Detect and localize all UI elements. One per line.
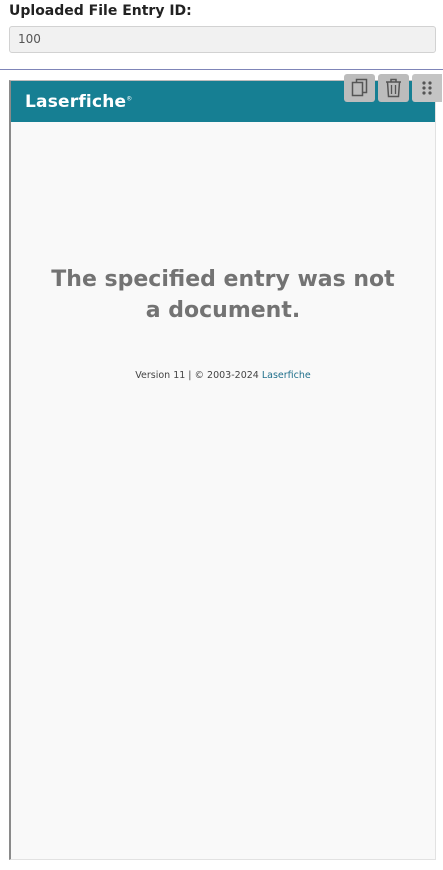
delete-button[interactable]	[378, 74, 409, 102]
copy-icon	[351, 78, 369, 98]
version-text: Version 11 | © 2003-2024	[135, 370, 262, 381]
entry-id-input[interactable]: 100	[9, 26, 436, 53]
trash-icon	[385, 78, 402, 98]
error-message-line-1: The specified entry was not	[51, 267, 395, 292]
logo-text: Laserfiche	[25, 92, 127, 112]
laserfiche-logo: Laserfiche®	[25, 92, 132, 112]
drag-handle-icon	[421, 80, 433, 96]
drag-handle[interactable]	[412, 74, 442, 102]
field-toolbar	[344, 74, 442, 102]
error-message-line-2: a document.	[145, 298, 301, 323]
laserfiche-link[interactable]: Laserfiche	[262, 370, 311, 381]
version-footer: Version 11 | © 2003-2024 Laserfiche	[11, 370, 435, 381]
section-separator	[0, 69, 443, 70]
error-message: The specified entry was not a document.	[11, 264, 435, 326]
copy-button[interactable]	[344, 74, 375, 102]
document-viewer-frame: Laserfiche® The specified entry was not …	[9, 80, 436, 860]
logo-mark: ®	[126, 95, 133, 103]
entry-id-label: Uploaded File Entry ID:	[9, 3, 192, 19]
